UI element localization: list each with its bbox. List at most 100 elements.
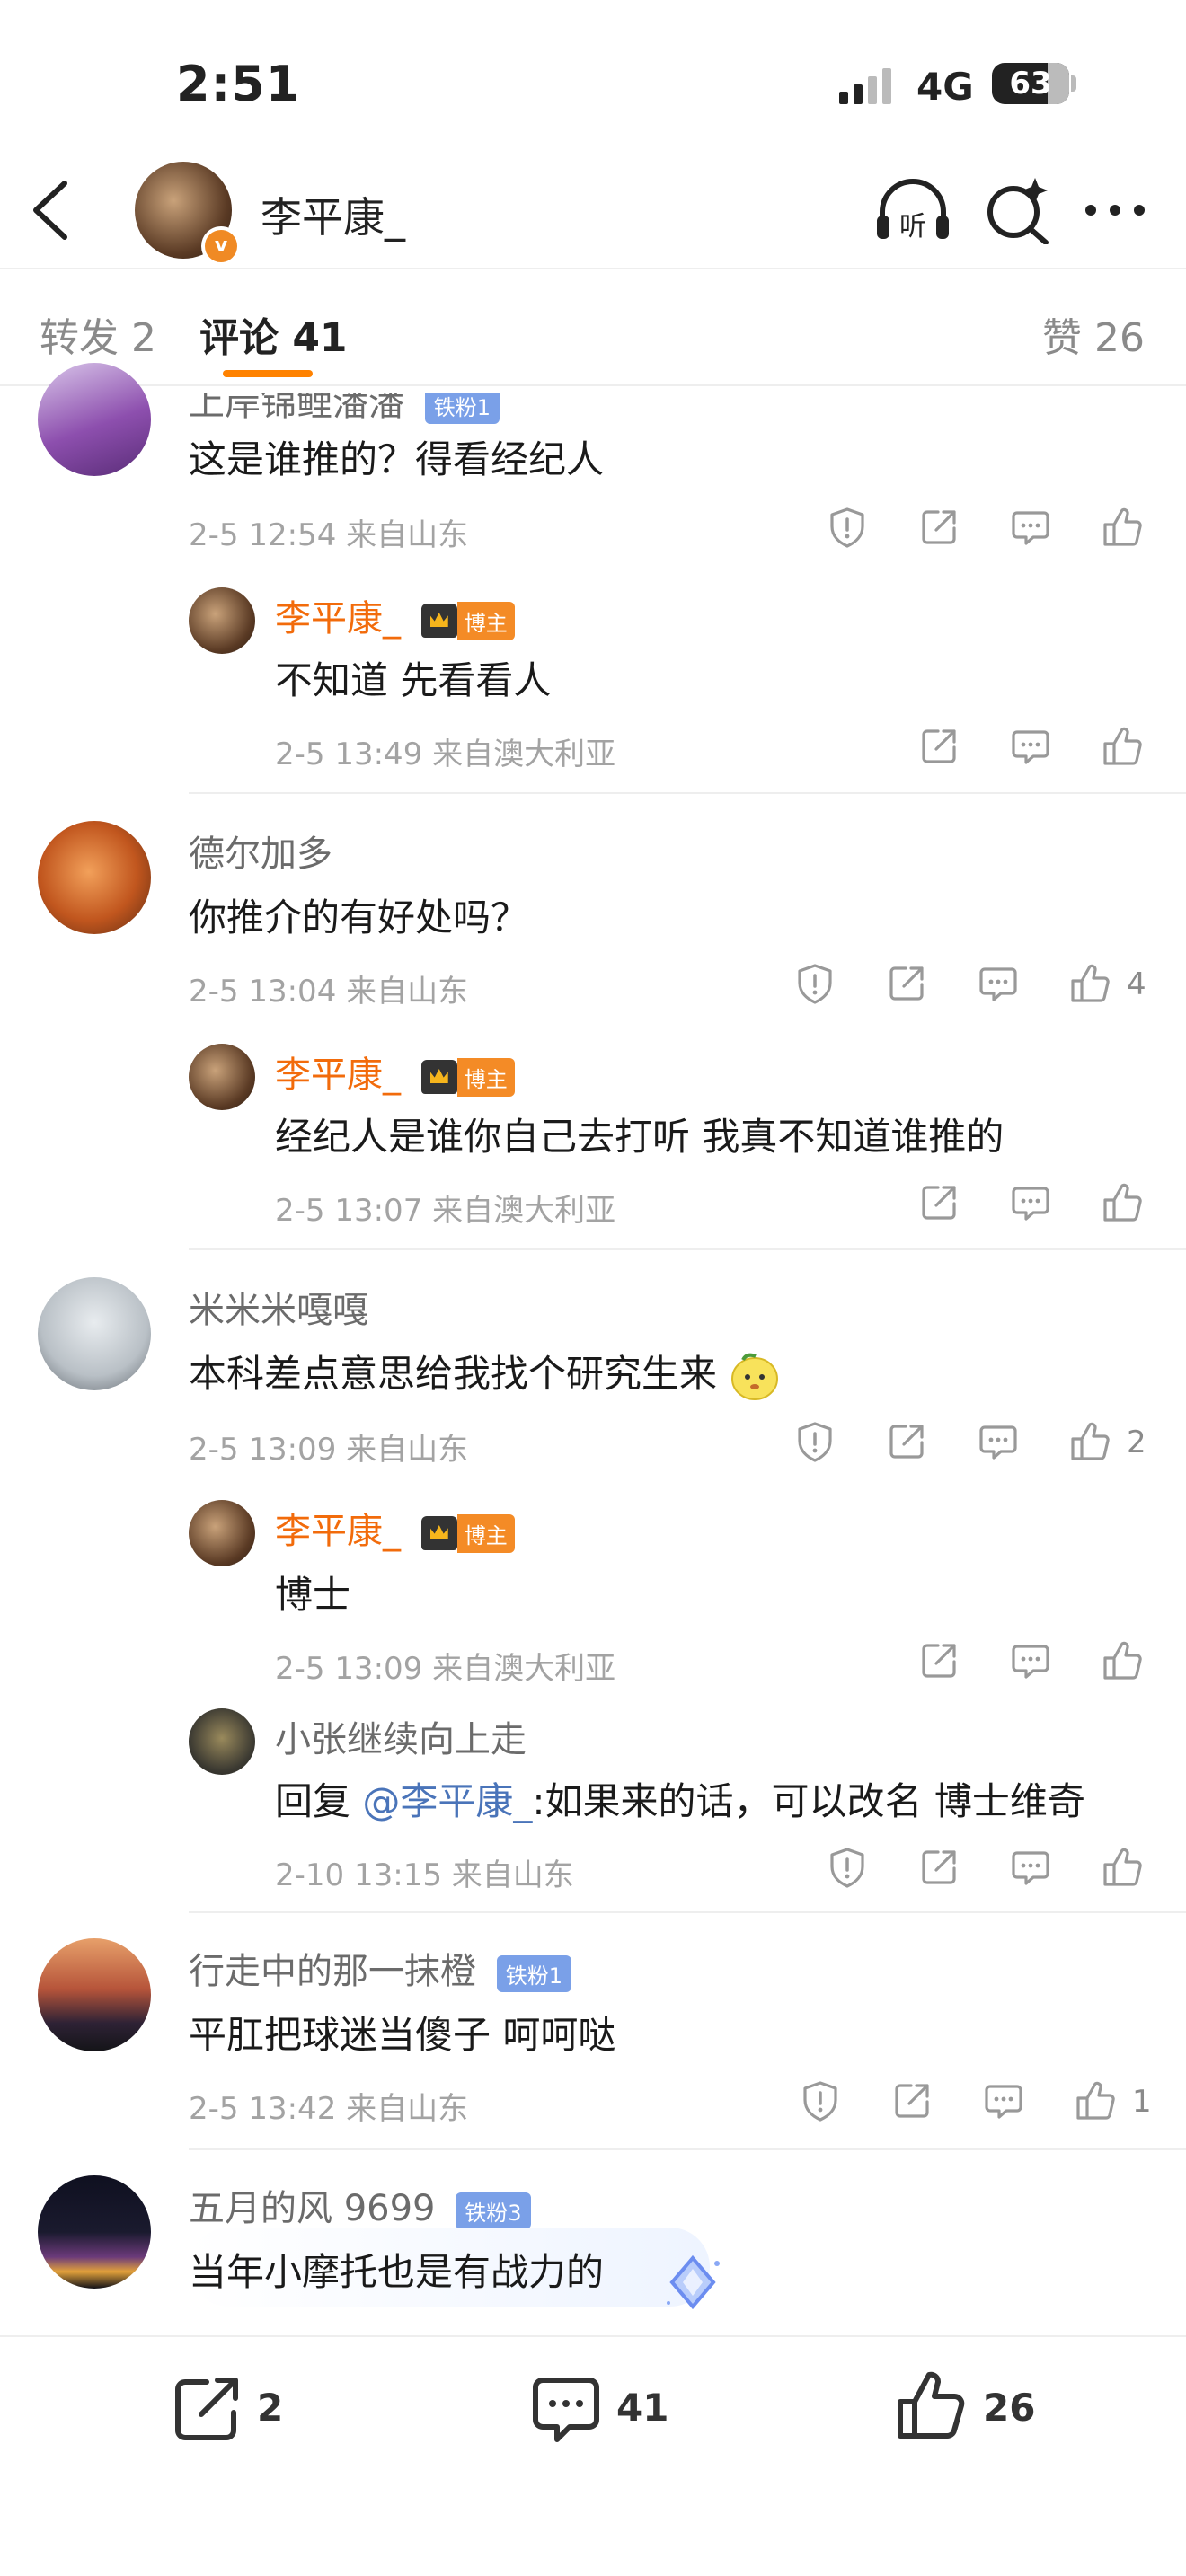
- comment-meta: 2-5 13:49 来自澳大利亚: [275, 737, 616, 772]
- reply-comment-icon[interactable]: [978, 1421, 1019, 1462]
- like-icon[interactable]: [1102, 507, 1143, 548]
- tab-repost[interactable]: 转发 2: [40, 305, 156, 363]
- reply-comment-icon[interactable]: [1010, 1640, 1051, 1681]
- like-icon[interactable]: [1069, 963, 1111, 1004]
- host-tag: 博主: [456, 601, 515, 640]
- avatar[interactable]: [38, 363, 151, 476]
- like-icon[interactable]: [895, 2369, 967, 2441]
- comment-username[interactable]: 小张继续向上走: [275, 1710, 527, 1762]
- tabs-divider: [0, 384, 1186, 386]
- avatar[interactable]: [189, 587, 255, 654]
- like-icon[interactable]: [1102, 1640, 1143, 1681]
- report-shield-icon[interactable]: [827, 507, 868, 548]
- share-icon[interactable]: [891, 2080, 933, 2122]
- reply-comment-icon[interactable]: [1010, 726, 1051, 767]
- share-icon[interactable]: [918, 1847, 960, 1888]
- reply-comment-icon[interactable]: [1010, 1847, 1051, 1888]
- like-icon[interactable]: [1102, 1847, 1143, 1888]
- avatar[interactable]: [189, 1044, 255, 1110]
- divider: [189, 792, 1186, 794]
- comment-text: 不知道 先看看人: [275, 658, 552, 702]
- comment-meta: 2-5 12:54 来自山东: [189, 517, 469, 553]
- reply-comment-icon[interactable]: [978, 963, 1019, 1004]
- fan-badge: 铁粉1: [496, 1954, 571, 1992]
- comment-username[interactable]: 上岸锦鲤潘潘 铁粉1: [189, 383, 500, 426]
- report-shield-icon[interactable]: [800, 2080, 841, 2122]
- avatar[interactable]: [38, 1938, 151, 2051]
- comment-text: 本科差点意思给我找个研究生来: [189, 1344, 781, 1403]
- like-icon[interactable]: [1069, 1421, 1111, 1462]
- more-icon[interactable]: [1084, 203, 1146, 217]
- comment-text-body: 本科差点意思给我找个研究生来: [189, 1352, 718, 1396]
- lemon-emoji-icon: [731, 1353, 779, 1400]
- comment-username[interactable]: 李平康_ 博主: [275, 1502, 515, 1554]
- comment-username[interactable]: 李平康_ 博主: [275, 589, 515, 641]
- battery-icon: 63: [992, 63, 1069, 104]
- share-icon[interactable]: [918, 1182, 960, 1223]
- fan-badge: 铁粉1: [424, 393, 500, 424]
- battery-level: 63: [1009, 66, 1052, 101]
- reply-prefix: 回复: [275, 1779, 363, 1823]
- like-icon[interactable]: [1075, 2080, 1116, 2122]
- comment-text: 回复 @李平康_:如果来的话，可以改名 博士维奇: [275, 1771, 1085, 1826]
- sparkle-search-icon[interactable]: [983, 176, 1051, 244]
- repost-count: 2: [257, 2386, 284, 2430]
- like-count: 4: [1127, 966, 1146, 1002]
- comment-text: 博士: [275, 1573, 351, 1617]
- comment-icon[interactable]: [530, 2373, 602, 2445]
- share-icon[interactable]: [918, 1640, 960, 1681]
- avatar[interactable]: [38, 2175, 151, 2289]
- battery-cap: [1071, 75, 1076, 92]
- network-type: 4G: [916, 65, 974, 109]
- repost-icon[interactable]: [171, 2373, 243, 2445]
- share-icon[interactable]: [918, 726, 960, 767]
- like-count: 1: [1132, 2084, 1152, 2120]
- like-icon[interactable]: [1102, 1182, 1143, 1223]
- comment-username[interactable]: 行走中的那一抹橙 铁粉1: [189, 1942, 571, 1994]
- tab-comments[interactable]: 评论 41: [199, 305, 348, 363]
- username-text: 上岸锦鲤潘潘: [189, 383, 404, 424]
- host-tag: 博主: [456, 1513, 515, 1553]
- divider: [189, 1911, 1186, 1913]
- like-icon[interactable]: [1102, 726, 1143, 767]
- report-shield-icon[interactable]: [794, 1421, 836, 1462]
- avatar[interactable]: [189, 1708, 255, 1775]
- reply-comment-icon[interactable]: [1010, 507, 1051, 548]
- comment-meta: 2-5 13:09 来自澳大利亚: [275, 1651, 616, 1687]
- comment-count: 41: [616, 2386, 669, 2430]
- host-badge: 博主: [420, 1057, 515, 1097]
- tab-likes[interactable]: 赞 26: [1042, 305, 1145, 363]
- comment-username[interactable]: 米米米嘎嘎: [189, 1281, 368, 1333]
- avatar[interactable]: [38, 821, 151, 934]
- reply-comment-icon[interactable]: [1010, 1182, 1051, 1223]
- avatar[interactable]: [38, 1277, 151, 1390]
- comment-meta: 2-5 13:09 来自山东: [189, 1432, 469, 1468]
- status-time: 2:51: [176, 56, 301, 112]
- comment-username[interactable]: 德尔加多: [189, 825, 332, 877]
- comment-meta: 2-5 13:42 来自山东: [189, 2091, 469, 2127]
- host-tag: 博主: [456, 1057, 515, 1097]
- share-icon[interactable]: [918, 507, 960, 548]
- crown-icon: [420, 604, 457, 638]
- like-count: 2: [1127, 1425, 1146, 1460]
- share-icon[interactable]: [886, 963, 927, 1004]
- comment-username[interactable]: 李平康_ 博主: [275, 1045, 515, 1098]
- report-shield-icon[interactable]: [827, 1847, 868, 1888]
- avatar[interactable]: [189, 1500, 255, 1566]
- report-shield-icon[interactable]: [794, 963, 836, 1004]
- bottom-bar-divider: [0, 2335, 1186, 2337]
- reply-comment-icon[interactable]: [983, 2080, 1024, 2122]
- signal-icon: [839, 68, 891, 104]
- comment-username[interactable]: 五月的风 9699 铁粉3: [189, 2179, 531, 2231]
- page-title[interactable]: 李平康_: [261, 185, 405, 244]
- listen-headphone-icon[interactable]: 听: [875, 176, 951, 244]
- share-icon[interactable]: [886, 1421, 927, 1462]
- comment-text: 你推介的有好处吗？: [189, 895, 529, 940]
- mention-link[interactable]: @李平康_: [362, 1779, 532, 1823]
- back-arrow-icon[interactable]: [25, 178, 79, 243]
- fan-badge: 铁粉3: [456, 2192, 531, 2229]
- username-text: 五月的风 9699: [189, 2188, 436, 2229]
- crown-icon: [420, 1516, 457, 1550]
- username-text: 米米米嘎嘎: [189, 1290, 368, 1331]
- comment-text: 当年小摩托也是有战力的: [189, 2250, 605, 2294]
